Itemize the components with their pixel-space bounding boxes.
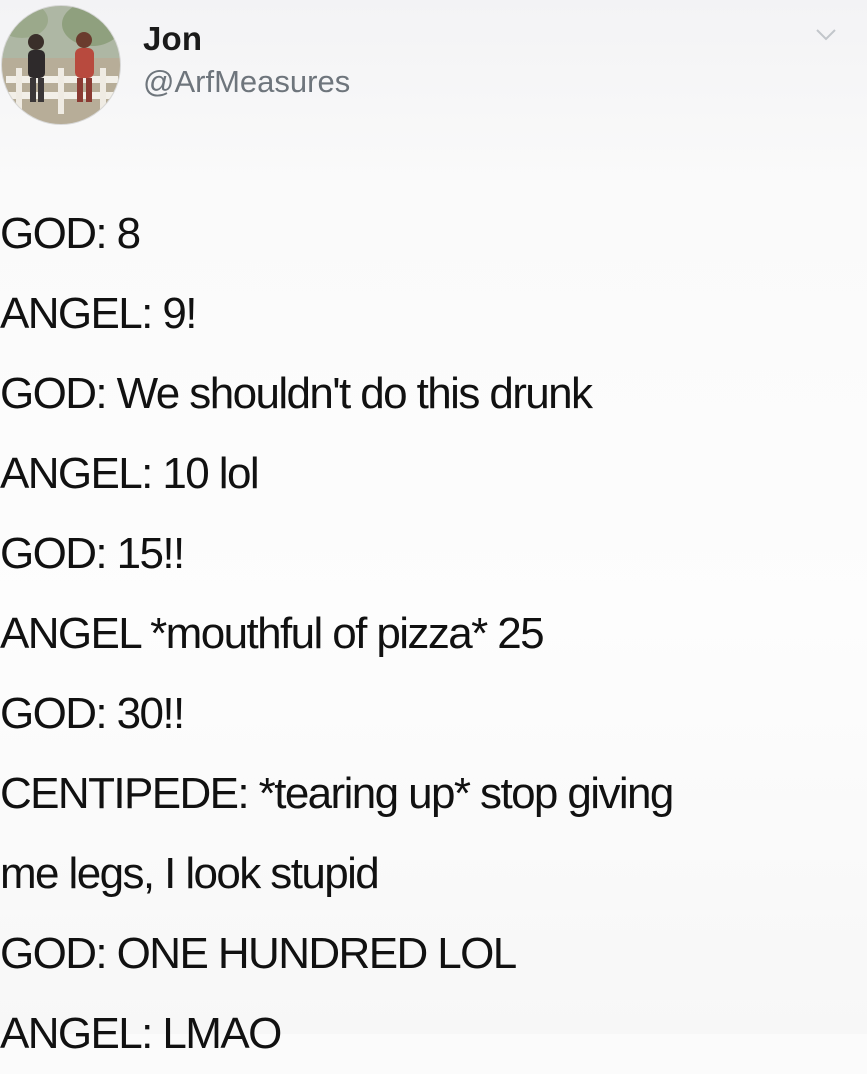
avatar[interactable] [2, 6, 120, 124]
tweet-line: ANGEL *mouthful of pizza* 25 [0, 609, 545, 658]
tweet-line: GOD: ONE HUNDRED LOL [0, 929, 517, 978]
tweet-line: me legs, I look stupid [0, 849, 380, 898]
display-name[interactable]: Jon [143, 20, 202, 58]
tweet-card: Jon @ArfMeasures GOD: 8 ANGEL: 9! GOD: W… [0, 0, 867, 1058]
tweet-line: ANGEL: 9! [0, 289, 198, 338]
tweet-text: GOD: 8 ANGEL: 9! GOD: We shouldn't do th… [0, 194, 860, 1074]
tweet-line: GOD: We shouldn't do this drunk [0, 369, 593, 418]
tweet-line: GOD: 8 [0, 209, 141, 258]
tweet-line: GOD: 15!! [0, 529, 185, 578]
tweet-line: ANGEL: 10 lol [0, 449, 260, 498]
chevron-down-icon[interactable] [814, 26, 838, 44]
user-handle[interactable]: @ArfMeasures [143, 64, 350, 100]
tweet-line: GOD: 30!! [0, 689, 185, 738]
tweet-line: CENTIPEDE: *tearing up* stop giving [0, 769, 674, 818]
tweet-line: ANGEL: LMAO [0, 1009, 282, 1058]
profile-photo [2, 6, 120, 124]
